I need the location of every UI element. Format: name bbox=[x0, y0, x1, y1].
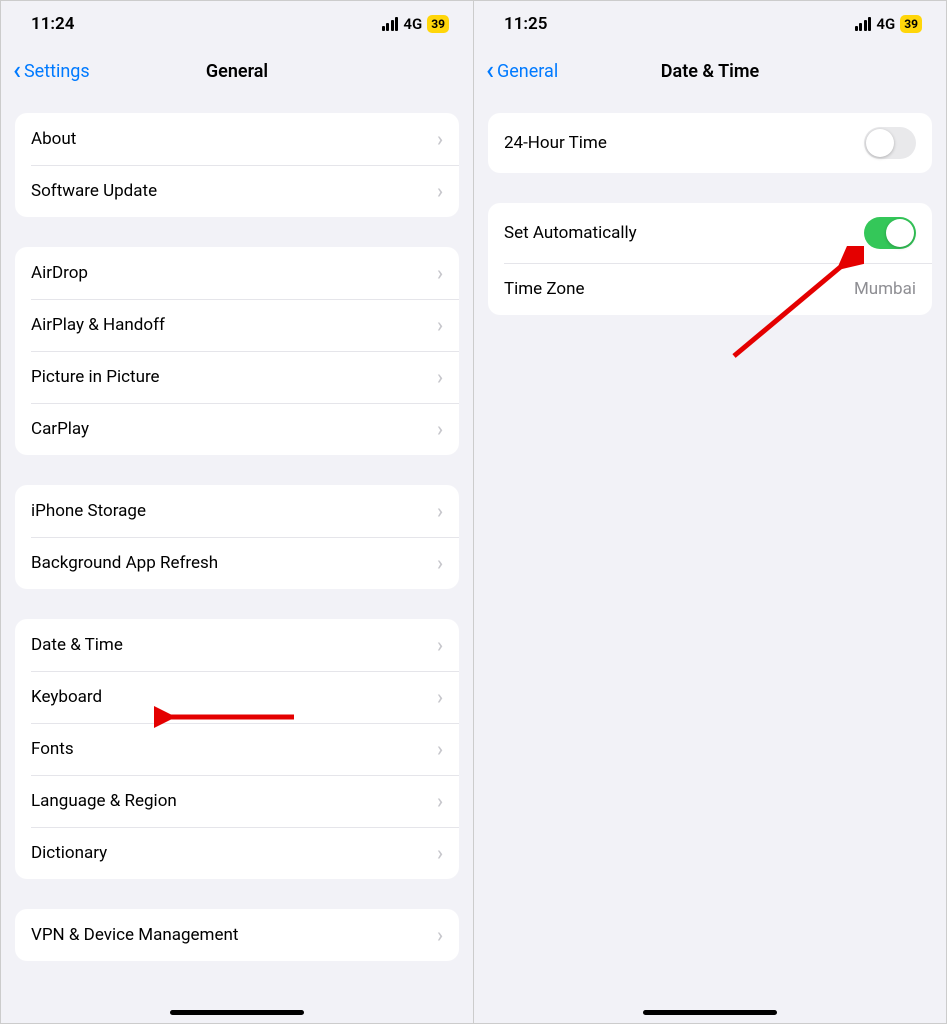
chevron-right-icon: › bbox=[437, 633, 443, 657]
signal-icon bbox=[855, 17, 872, 31]
chevron-right-icon: › bbox=[437, 365, 443, 389]
signal-icon bbox=[382, 17, 399, 31]
back-button[interactable]: ‹ Settings bbox=[13, 58, 90, 84]
row-label: Date & Time bbox=[31, 635, 123, 655]
row-label: Set Automatically bbox=[504, 223, 637, 243]
toggle-24-hour[interactable] bbox=[864, 127, 916, 159]
status-time: 11:25 bbox=[504, 14, 547, 34]
nav-header: ‹ Settings General bbox=[1, 47, 473, 95]
back-button[interactable]: ‹ General bbox=[486, 58, 558, 84]
row-label: Time Zone bbox=[504, 279, 585, 299]
content-right[interactable]: 24-Hour Time Set Automatically Time Zone… bbox=[474, 95, 946, 1023]
row-airplay-handoff[interactable]: AirPlay & Handoff › bbox=[15, 299, 459, 351]
row-label: Dictionary bbox=[31, 843, 107, 863]
row-keyboard[interactable]: Keyboard › bbox=[15, 671, 459, 723]
chevron-right-icon: › bbox=[437, 923, 443, 947]
chevron-right-icon: › bbox=[437, 789, 443, 813]
home-indicator[interactable] bbox=[643, 1010, 777, 1015]
settings-group: About › Software Update › bbox=[15, 113, 459, 217]
chevron-right-icon: › bbox=[437, 685, 443, 709]
row-label: Background App Refresh bbox=[31, 553, 218, 573]
row-background-app-refresh[interactable]: Background App Refresh › bbox=[15, 537, 459, 589]
settings-group: Set Automatically Time Zone Mumbai bbox=[488, 203, 932, 315]
nav-header: ‹ General Date & Time bbox=[474, 47, 946, 95]
settings-group: Date & Time › Keyboard › Fonts › Languag… bbox=[15, 619, 459, 879]
row-language-region[interactable]: Language & Region › bbox=[15, 775, 459, 827]
content-left[interactable]: About › Software Update › AirDrop › AirP… bbox=[1, 95, 473, 1023]
row-time-zone[interactable]: Time Zone Mumbai bbox=[488, 263, 932, 315]
chevron-right-icon: › bbox=[437, 551, 443, 575]
row-label: About bbox=[31, 129, 76, 149]
row-about[interactable]: About › bbox=[15, 113, 459, 165]
chevron-right-icon: › bbox=[437, 179, 443, 203]
row-label: VPN & Device Management bbox=[31, 925, 238, 945]
row-label: CarPlay bbox=[31, 419, 89, 439]
chevron-right-icon: › bbox=[437, 841, 443, 865]
row-carplay[interactable]: CarPlay › bbox=[15, 403, 459, 455]
row-label: Software Update bbox=[31, 181, 157, 201]
row-label: Language & Region bbox=[31, 791, 177, 811]
chevron-right-icon: › bbox=[437, 261, 443, 285]
battery-icon: 39 bbox=[427, 15, 449, 33]
home-indicator[interactable] bbox=[170, 1010, 304, 1015]
time-zone-value: Mumbai bbox=[854, 279, 916, 299]
row-set-automatically[interactable]: Set Automatically bbox=[488, 203, 932, 263]
chevron-left-icon: ‹ bbox=[13, 58, 21, 84]
settings-group: iPhone Storage › Background App Refresh … bbox=[15, 485, 459, 589]
row-label: Fonts bbox=[31, 739, 74, 759]
row-label: Keyboard bbox=[31, 687, 102, 707]
toggle-set-automatically[interactable] bbox=[864, 217, 916, 249]
status-right: 4G 39 bbox=[855, 15, 922, 33]
status-right: 4G 39 bbox=[382, 15, 449, 33]
status-bar: 11:25 4G 39 bbox=[474, 1, 946, 47]
status-time: 11:24 bbox=[31, 14, 74, 34]
back-label: Settings bbox=[24, 61, 90, 82]
row-label: AirPlay & Handoff bbox=[31, 315, 165, 335]
row-label: iPhone Storage bbox=[31, 501, 146, 521]
phone-right: 11:25 4G 39 ‹ General Date & Time 24-Hou… bbox=[474, 1, 946, 1023]
settings-group: VPN & Device Management › bbox=[15, 909, 459, 961]
battery-icon: 39 bbox=[900, 15, 922, 33]
row-airdrop[interactable]: AirDrop › bbox=[15, 247, 459, 299]
back-label: General bbox=[497, 61, 558, 82]
row-24-hour-time[interactable]: 24-Hour Time bbox=[488, 113, 932, 173]
chevron-right-icon: › bbox=[437, 499, 443, 523]
status-bar: 11:24 4G 39 bbox=[1, 1, 473, 47]
network-label: 4G bbox=[876, 15, 895, 33]
chevron-left-icon: ‹ bbox=[486, 58, 494, 84]
chevron-right-icon: › bbox=[437, 417, 443, 441]
chevron-right-icon: › bbox=[437, 313, 443, 337]
row-vpn-device-management[interactable]: VPN & Device Management › bbox=[15, 909, 459, 961]
chevron-right-icon: › bbox=[437, 127, 443, 151]
row-iphone-storage[interactable]: iPhone Storage › bbox=[15, 485, 459, 537]
row-fonts[interactable]: Fonts › bbox=[15, 723, 459, 775]
row-label: AirDrop bbox=[31, 263, 88, 283]
row-date-time[interactable]: Date & Time › bbox=[15, 619, 459, 671]
chevron-right-icon: › bbox=[437, 737, 443, 761]
phone-left: 11:24 4G 39 ‹ Settings General About › S… bbox=[1, 1, 473, 1023]
settings-group: 24-Hour Time bbox=[488, 113, 932, 173]
row-dictionary[interactable]: Dictionary › bbox=[15, 827, 459, 879]
row-software-update[interactable]: Software Update › bbox=[15, 165, 459, 217]
row-label: Picture in Picture bbox=[31, 367, 160, 387]
network-label: 4G bbox=[403, 15, 422, 33]
row-picture-in-picture[interactable]: Picture in Picture › bbox=[15, 351, 459, 403]
settings-group: AirDrop › AirPlay & Handoff › Picture in… bbox=[15, 247, 459, 455]
row-label: 24-Hour Time bbox=[504, 133, 607, 153]
